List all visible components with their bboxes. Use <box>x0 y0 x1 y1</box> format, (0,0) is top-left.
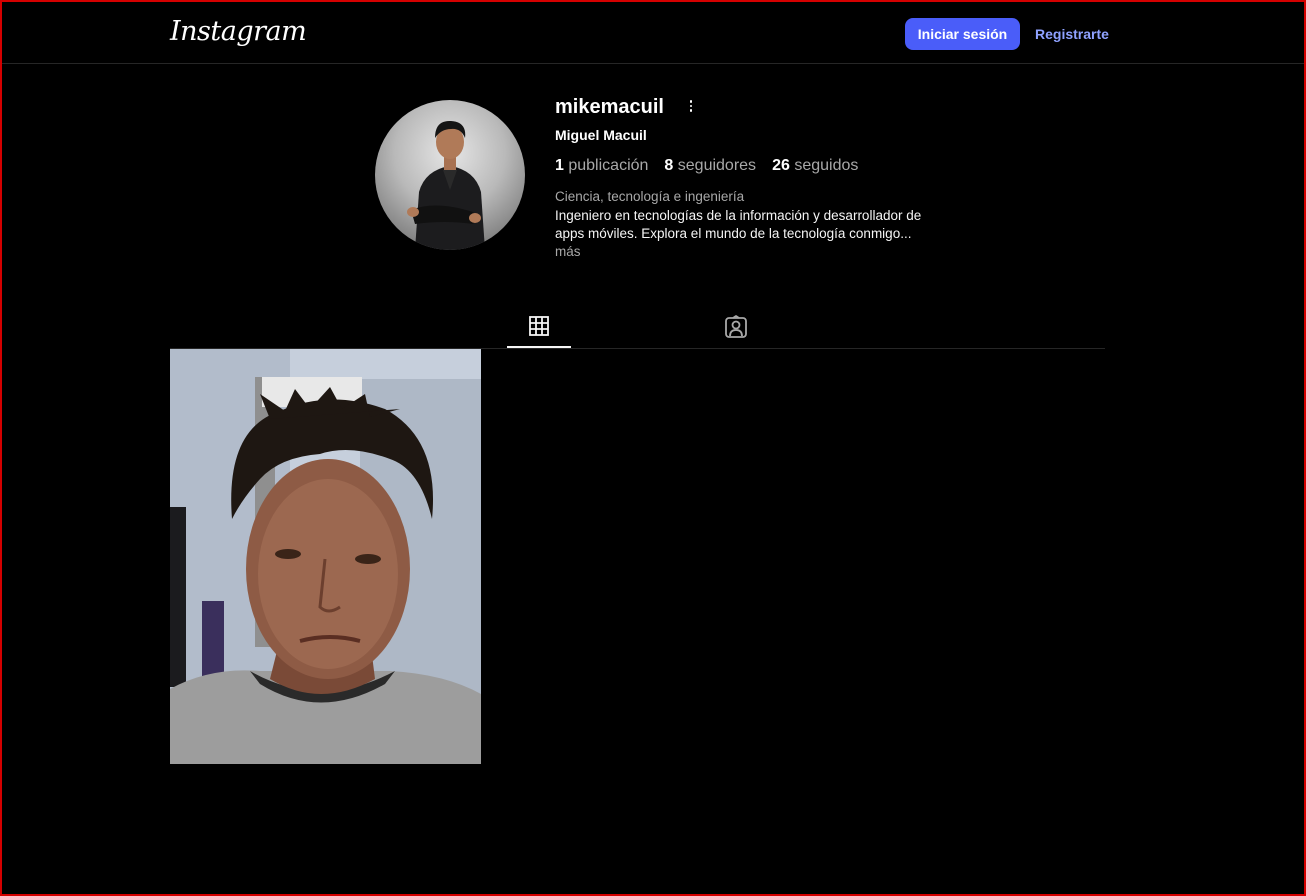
login-button[interactable]: Iniciar sesión <box>905 18 1020 50</box>
following-count: 26 <box>772 157 790 174</box>
bio-more-link[interactable]: más <box>555 244 581 259</box>
posts-label: publicación <box>568 157 649 174</box>
followers-label: seguidores <box>677 157 757 174</box>
profile-full-name: Miguel Macuil <box>555 127 647 143</box>
profile-stats: 1 publicación 8 seguidores 26 seguidos <box>555 157 858 175</box>
profile-avatar[interactable] <box>375 100 525 250</box>
tab-posts[interactable] <box>507 306 571 348</box>
following-label: seguidos <box>794 157 859 174</box>
grid-icon <box>529 316 549 336</box>
profile-bio: Ingeniero en tecnologías de la informaci… <box>555 207 935 261</box>
posts-stat: 1 publicación <box>555 157 648 175</box>
followers-stat[interactable]: 8 seguidores <box>664 157 756 175</box>
tagged-icon <box>725 315 747 338</box>
register-link[interactable]: Registrarte <box>1035 18 1109 50</box>
avatar-photo <box>407 120 485 250</box>
profile-username: mikemacuil <box>555 96 664 118</box>
posts-count: 1 <box>555 157 564 174</box>
top-navigation-bar: Instagram Iniciar sesión Registrarte <box>2 2 1304 64</box>
following-stat[interactable]: 26 seguidos <box>772 157 858 175</box>
post-photo <box>170 349 481 764</box>
instagram-logo[interactable]: Instagram <box>170 16 307 47</box>
followers-count: 8 <box>664 157 674 174</box>
profile-category: Ciencia, tecnología e ingeniería <box>555 189 745 204</box>
bio-text: Ingeniero en tecnologías de la informaci… <box>555 208 922 241</box>
post-thumbnail[interactable] <box>170 349 481 764</box>
more-options-icon[interactable] <box>684 97 698 115</box>
tab-tagged[interactable] <box>704 306 768 348</box>
